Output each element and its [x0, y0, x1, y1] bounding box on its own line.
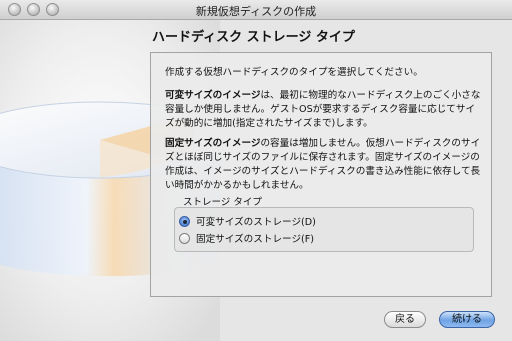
dynamic-description: 可変サイズのイメージは、最初に物理的なハードディスク上のごく小さな容量しか使用し…	[165, 89, 483, 131]
title-bar: 新規仮想ディスクの作成	[0, 0, 512, 20]
dynamic-storage-radio[interactable]	[179, 215, 190, 227]
dynamic-storage-option[interactable]: 可変サイズのストレージ(D)	[179, 214, 316, 228]
fixed-storage-label[interactable]: 固定サイズのストレージ(F)	[196, 231, 314, 245]
fixed-storage-option[interactable]: 固定サイズのストレージ(F)	[179, 231, 314, 245]
dynamic-storage-label[interactable]: 可変サイズのストレージ(D)	[196, 214, 316, 228]
content-panel: 作成する仮想ハードディスクのタイプを選択してください。 可変サイズのイメージは、…	[150, 52, 492, 297]
storage-type-label: ストレージ タイプ	[183, 197, 262, 208]
fixed-heading: 固定サイズのイメージ	[165, 138, 261, 149]
wizard-window: 新規仮想ディスクの作成 ハードディスク ストレージ タイプ 作成する仮想ハードデ…	[0, 0, 512, 341]
page-title: ハードディスク ストレージ タイプ	[152, 30, 355, 45]
window-title: 新規仮想ディスクの作成	[195, 5, 317, 18]
intro-text: 作成する仮想ハードディスクのタイプを選択してください。	[165, 67, 423, 78]
back-button[interactable]: 戻る	[384, 311, 426, 328]
storage-type-group: 可変サイズのストレージ(D) 固定サイズのストレージ(F)	[174, 207, 474, 252]
continue-button[interactable]: 続ける	[439, 311, 495, 328]
fixed-storage-radio[interactable]	[179, 232, 190, 244]
fixed-description: 固定サイズのイメージの容量は増加しません。仮想ハードディスクのサイズとほぼ同じサ…	[165, 137, 483, 193]
dynamic-heading: 可変サイズのイメージ	[165, 90, 261, 101]
